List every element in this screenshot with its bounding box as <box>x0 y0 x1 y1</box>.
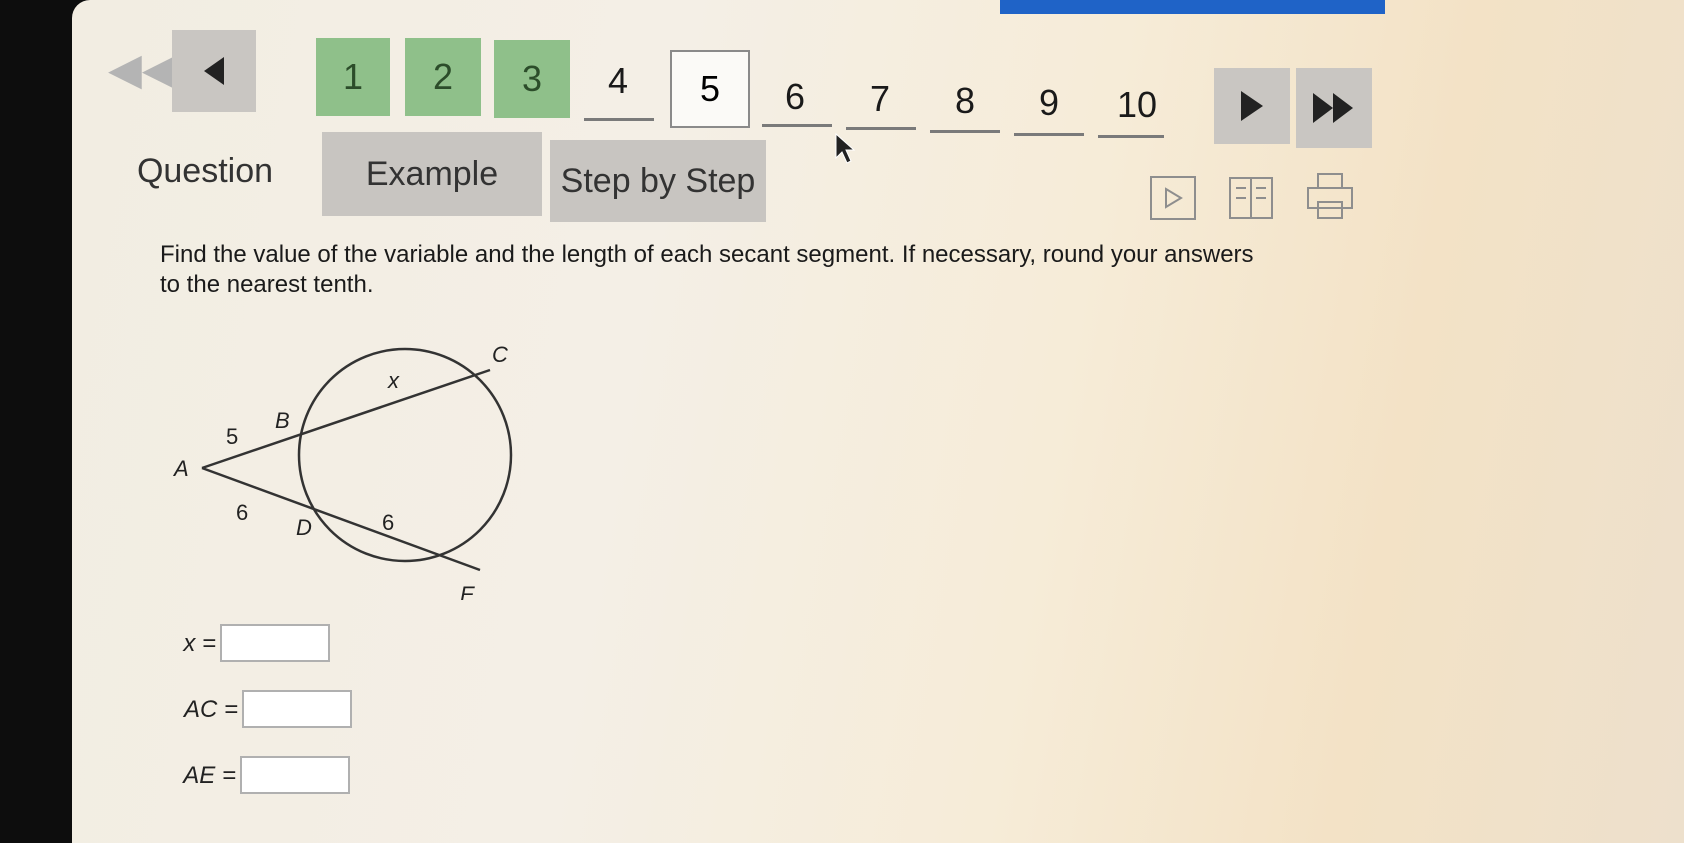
play-video-icon[interactable] <box>1150 176 1196 220</box>
tab-example[interactable]: Example <box>322 132 542 216</box>
segment-de-label: 6 <box>382 510 394 535</box>
point-c-label: C <box>492 342 508 367</box>
tab-question[interactable]: Question <box>130 146 280 196</box>
question-6-underline <box>762 124 832 127</box>
point-b-label: B <box>275 408 290 433</box>
answer-x-label: x = <box>183 630 216 657</box>
question-7-underline <box>846 127 916 130</box>
question-8[interactable]: 8 <box>935 80 995 122</box>
question-7[interactable]: 7 <box>850 78 910 120</box>
answer-ae-label: AE = <box>183 762 236 789</box>
segment-ab-label: 5 <box>226 424 238 449</box>
question-8-underline <box>930 130 1000 133</box>
answer-ae-input[interactable] <box>240 756 350 794</box>
left-triangle-icon <box>204 57 224 85</box>
answer-ac-label: AC = <box>183 696 238 723</box>
answer-ac-input[interactable] <box>242 690 352 728</box>
question-4-underline <box>584 118 654 121</box>
answer-x-input[interactable] <box>220 624 330 662</box>
segment-ad-label: 6 <box>236 500 248 525</box>
ebook-icon[interactable] <box>1228 174 1274 222</box>
question-5-current[interactable]: 5 <box>670 50 750 128</box>
question-9[interactable]: 9 <box>1019 82 1079 124</box>
segment-bc-label: x <box>387 368 400 393</box>
point-a-label: A <box>172 456 189 481</box>
question-6[interactable]: 6 <box>765 76 825 118</box>
question-10-underline <box>1098 135 1164 138</box>
print-icon[interactable] <box>1306 172 1354 222</box>
question-3[interactable]: 3 <box>494 40 570 118</box>
question-9-underline <box>1014 133 1084 136</box>
question-prompt: Find the value of the variable and the l… <box>160 241 1254 298</box>
secant-diagram: A B C D E 5 x 6 6 <box>172 342 513 600</box>
previous-question-button[interactable] <box>172 30 256 112</box>
double-right-triangle-icon <box>1313 93 1353 123</box>
point-d-label: D <box>296 515 312 540</box>
question-1[interactable]: 1 <box>316 38 390 116</box>
last-question-button[interactable] <box>1296 68 1372 148</box>
question-10[interactable]: 10 <box>1100 84 1174 126</box>
point-e-label: E <box>460 582 475 600</box>
question-2[interactable]: 2 <box>405 38 481 116</box>
question-4[interactable]: 4 <box>588 60 648 102</box>
first-question-icon[interactable]: ◀◀ <box>108 48 176 92</box>
tab-step-by-step[interactable]: Step by Step <box>550 140 766 222</box>
right-triangle-icon <box>1241 91 1263 121</box>
next-question-button[interactable] <box>1214 68 1290 144</box>
mouse-cursor-icon <box>835 132 856 164</box>
top-bar <box>1000 0 1385 14</box>
